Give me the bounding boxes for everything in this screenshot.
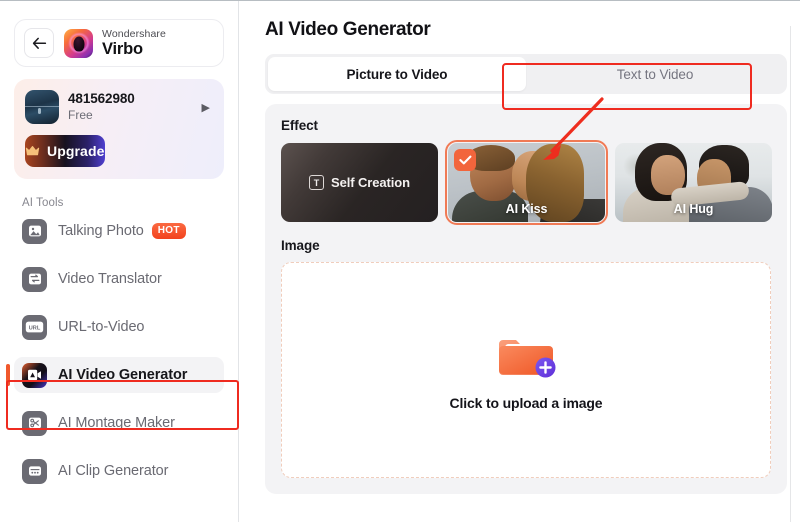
brand-card: Wondershare Virbo	[14, 19, 224, 67]
effect-card-label: AI Kiss	[505, 202, 548, 216]
image-portrait-icon	[22, 218, 47, 244]
sidebar-item-talking-photo[interactable]: Talking Photo HOT	[14, 213, 224, 249]
effect-card-label: AI Hug	[673, 202, 714, 216]
brand-subtitle: Wondershare	[102, 28, 166, 40]
settings-panel: Effect T Self Creation AI Kiss AI Hug Im…	[265, 104, 787, 494]
svg-text:URL: URL	[29, 325, 41, 331]
sidebar-item-ai-clip-generator[interactable]: AI Clip Generator	[14, 453, 224, 489]
account-row: 481562980 Free ▶	[25, 90, 213, 124]
sidebar-item-label: Talking Photo	[58, 223, 144, 239]
account-id: 481562980	[68, 91, 135, 107]
brand-text: Wondershare Virbo	[102, 29, 166, 57]
image-upload-plus-icon	[493, 330, 559, 382]
sidebar-nav: Talking Photo HOT Video Translator URL U…	[0, 213, 238, 489]
brand-name: Virbo	[102, 39, 143, 58]
main-content: AI Video Generator Picture to Video Text…	[239, 1, 800, 522]
arrow-left-icon	[32, 37, 46, 49]
account-card[interactable]: 481562980 Free ▶ Upgrade	[14, 79, 224, 179]
sidebar-item-ai-video-generator[interactable]: AI Video Generator	[6, 357, 224, 393]
chevron-right-icon[interactable]: ▶	[202, 101, 213, 114]
sidebar-item-ai-montage-maker[interactable]: AI Montage Maker	[14, 405, 224, 441]
effect-card-ai-hug[interactable]: AI Hug	[615, 143, 772, 222]
crown-icon	[25, 146, 40, 156]
sidebar-item-label: Video Translator	[58, 271, 162, 287]
avatar	[25, 90, 59, 124]
url-icon: URL	[22, 314, 47, 340]
back-button[interactable]	[24, 28, 54, 58]
page-title: AI Video Generator	[265, 19, 431, 40]
sidebar-item-label: URL-to-Video	[58, 319, 145, 335]
sidebar-item-video-translator[interactable]: Video Translator	[14, 261, 224, 297]
effect-card-self-creation[interactable]: T Self Creation	[281, 143, 438, 222]
translate-icon	[22, 266, 47, 292]
clip-icon	[22, 458, 47, 484]
upgrade-button[interactable]: Upgrade	[25, 135, 105, 167]
scissors-icon	[22, 410, 47, 436]
upgrade-label: Upgrade	[47, 143, 105, 159]
ai-tools-label: AI Tools	[22, 197, 64, 209]
virbo-logo-icon	[64, 28, 93, 58]
content-divider	[790, 26, 791, 522]
effect-card-list: T Self Creation AI Kiss AI Hug	[281, 139, 772, 226]
sidebar-item-label: AI Clip Generator	[58, 463, 169, 479]
account-plan: Free	[68, 108, 93, 123]
sidebar: Wondershare Virbo 481562980 Free ▶ Upgra…	[0, 1, 239, 522]
sidebar-item-label: AI Montage Maker	[58, 415, 175, 431]
check-icon	[454, 149, 476, 171]
tab-picture-to-video[interactable]: Picture to Video	[268, 57, 526, 91]
tab-bar: Picture to Video Text to Video	[265, 54, 787, 94]
effect-card-ai-kiss[interactable]: AI Kiss	[444, 139, 609, 226]
effect-section-title: Effect	[281, 118, 318, 133]
ai-video-icon	[22, 362, 47, 388]
upload-caption: Click to upload a image	[449, 394, 603, 411]
account-text: 481562980 Free	[68, 91, 202, 122]
tab-text-to-video[interactable]: Text to Video	[526, 57, 784, 91]
image-upload-dropzone[interactable]: Click to upload a image	[281, 262, 771, 478]
text-icon: T	[309, 175, 325, 190]
app-window: Wondershare Virbo 481562980 Free ▶ Upgra…	[0, 0, 800, 522]
hot-badge: HOT	[151, 222, 186, 240]
active-indicator	[6, 364, 10, 386]
effect-card-label: Self Creation	[331, 175, 410, 190]
sidebar-item-url-to-video[interactable]: URL URL-to-Video	[14, 309, 224, 345]
sidebar-item-label: AI Video Generator	[58, 367, 188, 383]
image-section-title: Image	[281, 238, 320, 253]
